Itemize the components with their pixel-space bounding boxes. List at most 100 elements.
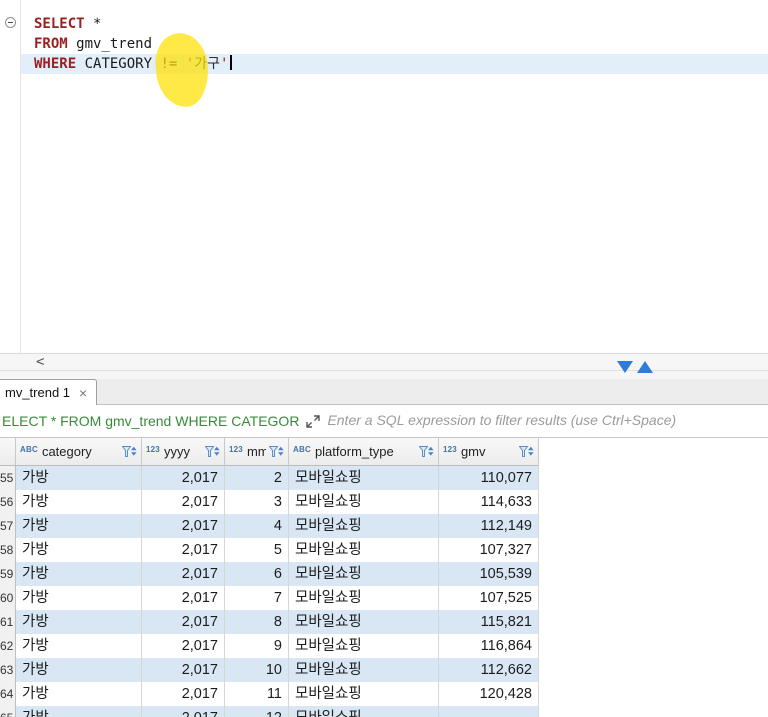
collapse-up-icon[interactable] [637, 361, 653, 373]
grid-cell-mm[interactable]: 4 [225, 514, 289, 538]
grid-cell-mm[interactable]: 11 [225, 682, 289, 706]
filter-sort-icon[interactable] [269, 445, 284, 458]
grid-cell-yyyy[interactable]: 2,017 [142, 634, 225, 658]
grid-cell-category[interactable]: 가방 [16, 586, 142, 610]
grid-cell-yyyy[interactable]: 2,017 [142, 706, 225, 717]
grid-cell-category[interactable]: 가방 [16, 682, 142, 706]
grid-cell-yyyy[interactable]: 2,017 [142, 490, 225, 514]
grid-cell-platform_type[interactable]: 모바일쇼핑 [289, 658, 439, 682]
column-header-platform_type[interactable]: ABC platform_type [289, 438, 439, 465]
grid-cell-category[interactable]: 가방 [16, 538, 142, 562]
column-header-yyyy[interactable]: 123 yyyy [142, 438, 225, 465]
code-token: gmv_trend [67, 36, 153, 52]
row-number[interactable]: 61 [0, 610, 16, 634]
grid-cell-category[interactable]: 가방 [16, 634, 142, 658]
sql-editor[interactable]: SELECT * FROM gmv_trend WHERE CATEGORY != … [0, 0, 768, 353]
grid-cell-category[interactable]: 가방 [16, 658, 142, 682]
grid-cell-mm[interactable]: 8 [225, 610, 289, 634]
grid-cell-platform_type[interactable]: 모바일쇼핑 [289, 514, 439, 538]
grid-cell-category[interactable]: 가방 [16, 610, 142, 634]
code-fold-icon[interactable] [5, 17, 16, 28]
grid-cell-yyyy[interactable]: 2,017 [142, 610, 225, 634]
text-type-icon: ABC [20, 445, 38, 454]
grid-cell-yyyy[interactable]: 2,017 [142, 538, 225, 562]
filter-sort-icon[interactable] [519, 445, 534, 458]
row-number[interactable]: 58 [0, 538, 16, 562]
row-number[interactable]: 62 [0, 634, 16, 658]
row-number[interactable]: 63 [0, 658, 16, 682]
grid-cell-gmv[interactable]: 116,864 [439, 634, 539, 658]
grid-cell-gmv[interactable]: 115,821 [439, 610, 539, 634]
grid-cell-gmv[interactable]: 107,525 [439, 586, 539, 610]
grid-cell-mm[interactable]: 10 [225, 658, 289, 682]
grid-cell-platform_type[interactable]: 모바일쇼핑 [289, 538, 439, 562]
scroll-left-icon[interactable]: < [36, 354, 44, 370]
grid-cell-platform_type[interactable]: 모바일쇼핑 [289, 610, 439, 634]
grid-cell-mm[interactable]: 7 [225, 586, 289, 610]
collapse-down-icon[interactable] [617, 361, 633, 373]
table-row: 63 가방 2,017 10 모바일쇼핑 112,662 [0, 658, 768, 682]
grid-cell-yyyy[interactable]: 2,017 [142, 466, 225, 490]
grid-cell-gmv[interactable]: 120,428 [439, 682, 539, 706]
expand-filter-icon[interactable] [306, 414, 321, 428]
row-number[interactable]: 65 [0, 706, 16, 717]
grid-cell-gmv[interactable]: 107,327 [439, 538, 539, 562]
grid-cell-category[interactable]: 가방 [16, 490, 142, 514]
close-icon[interactable]: × [79, 386, 87, 400]
column-label: gmv [460, 444, 486, 459]
grid-cell-platform_type[interactable]: 모바일쇼핑 [289, 682, 439, 706]
grid-cell-mm[interactable]: 2 [225, 466, 289, 490]
grid-cell-yyyy[interactable]: 2,017 [142, 514, 225, 538]
grid-cell-platform_type[interactable]: 모바일쇼핑 [289, 586, 439, 610]
grid-cell-platform_type[interactable]: 모바일쇼핑 [289, 466, 439, 490]
grid-cell-gmv[interactable]: 110,077 [439, 466, 539, 490]
grid-corner-cell[interactable] [0, 438, 16, 465]
grid-cell-platform_type[interactable]: 모바일쇼핑 [289, 634, 439, 658]
grid-cell-category[interactable]: 가방 [16, 514, 142, 538]
grid-cell-mm[interactable]: 6 [225, 562, 289, 586]
column-header-mm[interactable]: 123 mm [225, 438, 289, 465]
code-line[interactable]: FROM gmv_trend [0, 34, 768, 54]
row-number[interactable]: 64 [0, 682, 16, 706]
filter-sort-icon[interactable] [205, 445, 220, 458]
code-area[interactable]: SELECT * FROM gmv_trend WHERE CATEGORY != … [0, 14, 768, 74]
column-header-gmv[interactable]: 123 gmv [439, 438, 539, 465]
grid-cell-yyyy[interactable]: 2,017 [142, 562, 225, 586]
filter-sort-icon[interactable] [122, 445, 137, 458]
grid-cell-mm[interactable]: 9 [225, 634, 289, 658]
code-line[interactable]: WHERE CATEGORY != '가구' [21, 54, 768, 74]
code-line[interactable]: SELECT * [0, 14, 768, 34]
grid-cell-platform_type[interactable]: 모바일쇼핑 [289, 490, 439, 514]
grid-cell-yyyy[interactable]: 2,017 [142, 586, 225, 610]
row-number[interactable]: 60 [0, 586, 16, 610]
grid-cell-category[interactable]: 가방 [16, 466, 142, 490]
grid-cell-mm[interactable]: 12 [225, 706, 289, 717]
results-grid: ABC category 123 yyyy 123 mm ABC platform_type 1… [0, 438, 768, 717]
grid-cell-category[interactable]: 가방 [16, 706, 142, 717]
column-header-category[interactable]: ABC category [16, 438, 142, 465]
row-number[interactable]: 56 [0, 490, 16, 514]
grid-cell-category[interactable]: 가방 [16, 562, 142, 586]
grid-cell-mm[interactable]: 3 [225, 490, 289, 514]
row-number[interactable]: 57 [0, 514, 16, 538]
text-type-icon: ABC [293, 445, 311, 454]
grid-cell-platform_type[interactable]: 모바일쇼핑 [289, 562, 439, 586]
grid-cell-yyyy[interactable]: 2,017 [142, 682, 225, 706]
grid-cell-gmv[interactable]: 114,633 [439, 490, 539, 514]
column-label: platform_type [314, 444, 394, 459]
filter-input[interactable]: Enter a SQL expression to filter results… [327, 412, 762, 430]
numeric-type-icon: 123 [146, 445, 160, 454]
row-number[interactable]: 55 [0, 466, 16, 490]
filter-sort-icon[interactable] [419, 445, 434, 458]
grid-cell-gmv[interactable]: 105,539 [439, 562, 539, 586]
grid-cell-gmv[interactable]: 112,662 [439, 658, 539, 682]
grid-cell-mm[interactable]: 5 [225, 538, 289, 562]
row-number[interactable]: 59 [0, 562, 16, 586]
tab-gmv-trend-1[interactable]: mv_trend 1 × [0, 379, 98, 405]
table-row: 61 가방 2,017 8 모바일쇼핑 115,821 [0, 610, 768, 634]
grid-cell-gmv[interactable] [439, 706, 539, 717]
grid-cell-platform_type[interactable]: 모바일쇼핑 [289, 706, 439, 717]
table-row: 65가방2,01712모바일쇼핑 [0, 706, 768, 717]
grid-cell-gmv[interactable]: 112,149 [439, 514, 539, 538]
grid-cell-yyyy[interactable]: 2,017 [142, 658, 225, 682]
